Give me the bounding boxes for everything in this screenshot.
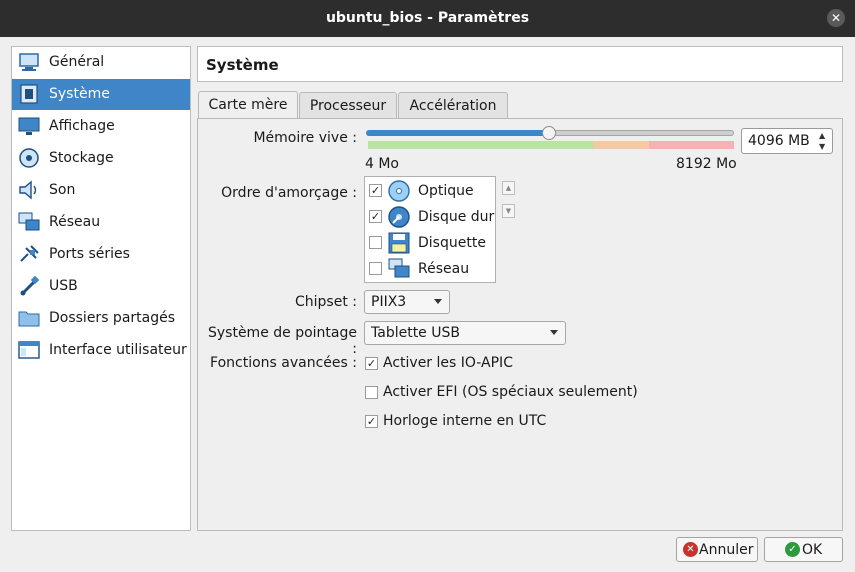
folder-icon <box>18 311 40 327</box>
sidebar-item-label: Affichage <box>49 118 115 134</box>
sidebar-item-label: Ports séries <box>49 246 130 262</box>
pointing-select[interactable]: Tablette USB <box>364 321 566 345</box>
chevron-down-icon <box>434 299 442 304</box>
boot-item-label: Disquette <box>418 235 486 251</box>
boot-item-floppy[interactable]: Disquette <box>365 230 495 256</box>
memory-range-warning <box>593 141 649 149</box>
floppy-icon <box>388 232 410 254</box>
tab-label: Accélération <box>409 98 497 114</box>
page-header: Système <box>197 46 843 82</box>
sidebar-item-network[interactable]: Réseau <box>12 207 190 238</box>
pointing-value: Tablette USB <box>371 325 460 341</box>
serial-port-icon <box>20 245 39 262</box>
sidebar-item-label: Réseau <box>49 214 101 230</box>
memory-slider-fill <box>366 130 549 136</box>
boot-item-hard-disk[interactable]: ✓ Disque dur <box>365 204 495 230</box>
sidebar-item-usb[interactable]: USB <box>12 271 190 302</box>
boot-item-label: Disque dur <box>418 209 495 225</box>
ok-label: OK <box>802 542 823 558</box>
memory-label: Mémoire vive : <box>253 130 357 146</box>
sidebar-item-label: Stockage <box>49 150 114 166</box>
sidebar-item-label: Dossiers partagés <box>49 310 176 326</box>
sidebar-item-display[interactable]: Affichage <box>12 111 190 142</box>
sidebar-item-label: Système <box>49 86 110 102</box>
usb-icon <box>20 276 40 296</box>
sidebar-item-shared-folders[interactable]: Dossiers partagés <box>12 303 190 334</box>
boot-item-optical[interactable]: ✓ Optique <box>365 178 495 204</box>
page-title: Système <box>206 56 279 74</box>
memory-spinbox[interactable]: 4096 MB ▲ ▼ <box>741 128 833 154</box>
memory-min-label: 4 Mo <box>365 156 400 172</box>
check-icon: ✓ <box>785 542 800 557</box>
cancel-label: Annuler <box>699 542 754 558</box>
boot-order-label: Ordre d'amorçage : <box>221 185 357 201</box>
checkbox-box[interactable]: ✓ <box>365 415 378 428</box>
memory-value: 4096 MB <box>748 133 810 149</box>
tab-label: Processeur <box>309 98 387 114</box>
spin-down-icon[interactable]: ▼ <box>819 142 829 151</box>
settings-sidebar: Général Système Affichage Stockage Son R… <box>11 46 191 531</box>
boot-checkbox[interactable]: ✓ <box>369 184 382 197</box>
sidebar-item-storage[interactable]: Stockage <box>12 143 190 174</box>
window-title: ubuntu_bios - Paramètres <box>325 10 530 26</box>
advanced-label: Fonctions avancées : <box>210 355 357 371</box>
tab-motherboard[interactable]: Carte mère <box>198 91 298 119</box>
sidebar-item-sound[interactable]: Son <box>12 175 190 206</box>
tab-processor[interactable]: Processeur <box>299 92 397 119</box>
monitor-general-icon <box>19 53 39 71</box>
optical-disc-icon <box>388 180 410 202</box>
sidebar-item-system[interactable]: Système <box>12 79 190 110</box>
boot-item-label: Réseau <box>418 261 470 277</box>
chip-icon <box>20 84 38 104</box>
cancel-icon: ✕ <box>683 542 698 557</box>
sidebar-item-label: USB <box>49 278 78 294</box>
title-bar: ubuntu_bios - Paramètres ✕ <box>0 0 855 37</box>
disk-icon <box>19 148 39 168</box>
memory-range-danger <box>649 141 734 149</box>
chipset-value: PIIX3 <box>371 294 407 310</box>
sidebar-item-user-interface[interactable]: Interface utilisateur <box>12 335 190 366</box>
network-boot-icon <box>388 258 410 278</box>
boot-order-list: ✓ Optique ✓ Disque dur Disquette Réseau <box>364 176 496 283</box>
sidebar-item-general[interactable]: Général <box>12 47 190 78</box>
move-down-icon[interactable]: ▼ <box>502 204 515 218</box>
boot-checkbox[interactable] <box>369 236 382 249</box>
network-icon <box>18 212 40 231</box>
tab-label: Carte mère <box>208 97 288 113</box>
sidebar-item-label: Son <box>49 182 76 198</box>
speaker-icon <box>19 180 37 200</box>
boot-item-label: Optique <box>418 183 474 199</box>
move-up-icon[interactable]: ▲ <box>502 181 515 195</box>
checkbox-box[interactable] <box>365 386 378 399</box>
hard-disk-icon <box>388 206 410 228</box>
boot-checkbox[interactable] <box>369 262 382 275</box>
spin-up-icon[interactable]: ▲ <box>819 131 829 140</box>
memory-max-label: 8192 Mo <box>676 156 737 172</box>
pointing-label: Système de pointage : <box>207 325 357 357</box>
close-icon[interactable]: ✕ <box>827 9 845 27</box>
cancel-button[interactable]: ✕ Annuler <box>676 537 758 562</box>
checkbox-label: Activer EFI (OS spéciaux seulement) <box>383 384 638 400</box>
chevron-down-icon <box>550 330 558 335</box>
display-icon <box>18 117 40 135</box>
boot-checkbox[interactable]: ✓ <box>369 210 382 223</box>
chipset-label: Chipset : <box>295 294 357 310</box>
window-ui-icon <box>18 341 40 359</box>
checkbox-label: Activer les IO-APIC <box>383 355 513 371</box>
ok-button[interactable]: ✓ OK <box>764 537 843 562</box>
boot-item-network[interactable]: Réseau <box>365 256 495 282</box>
sidebar-item-serial-ports[interactable]: Ports séries <box>12 239 190 270</box>
memory-range-safe <box>368 141 593 149</box>
checkbox-box[interactable]: ✓ <box>365 357 378 370</box>
tab-acceleration[interactable]: Accélération <box>398 92 508 119</box>
chipset-select[interactable]: PIIX3 <box>364 290 450 314</box>
sidebar-item-label: Général <box>49 54 105 70</box>
sidebar-item-label: Interface utilisateur <box>49 342 187 358</box>
checkbox-label: Horloge interne en UTC <box>383 413 547 429</box>
memory-slider-handle[interactable] <box>542 126 556 140</box>
